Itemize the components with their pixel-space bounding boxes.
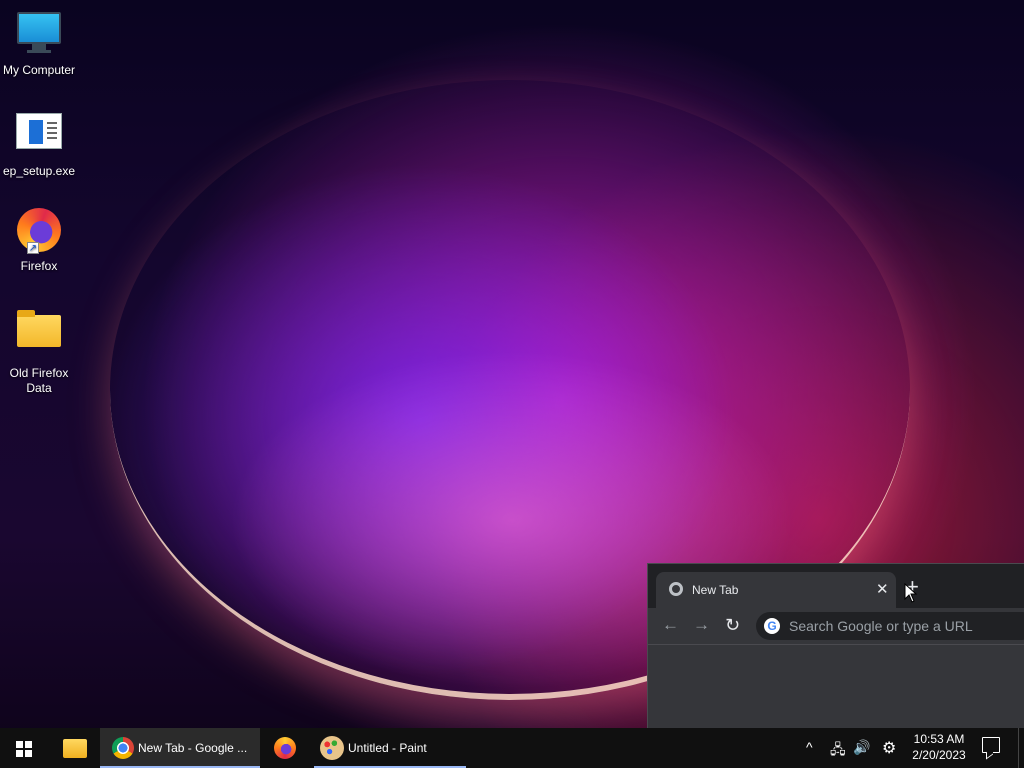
notification-center-icon[interactable]: [982, 737, 1000, 753]
close-icon[interactable]: ✕: [876, 580, 889, 598]
taskbar-file-explorer[interactable]: [50, 728, 98, 768]
chrome-icon: [112, 737, 134, 759]
start-button[interactable]: [0, 728, 48, 768]
back-button[interactable]: ←: [662, 615, 679, 635]
folder-icon: [15, 310, 63, 363]
volume-icon[interactable]: 🔊: [853, 739, 870, 756]
windows-logo-icon: [16, 741, 32, 757]
taskbar-paint[interactable]: Untitled - Paint: [314, 728, 466, 768]
desktop-icon-label: Firefox: [20, 259, 58, 273]
tab-strip[interactable]: New Tab ✕ +: [648, 564, 1024, 608]
chevron-up-icon[interactable]: ^: [806, 739, 813, 755]
forward-button[interactable]: →: [693, 615, 710, 635]
taskbar-chrome-label: New Tab - Google ...: [138, 741, 248, 755]
browser-toolbar: ← → ↻ G Search Google or type a URL: [648, 608, 1024, 644]
clock-time: 10:53 AM: [913, 732, 965, 746]
desktop-icon-label: My Computer: [2, 63, 76, 77]
chrome-window[interactable]: New Tab ✕ + ← → ↻ G Search Google or typ…: [647, 563, 1024, 729]
taskbar-firefox[interactable]: [262, 728, 310, 768]
paint-icon: [320, 736, 344, 760]
desktop-icon-label: Old Firefox Data: [9, 366, 69, 395]
address-bar-placeholder: Search Google or type a URL: [789, 618, 973, 634]
desktop-icon-ep-setup[interactable]: ep_setup.exe: [0, 107, 78, 179]
firefox-icon: [274, 737, 296, 759]
address-bar[interactable]: G Search Google or type a URL: [756, 612, 1024, 640]
computer-icon: [15, 12, 63, 60]
firefox-icon: ↗: [15, 208, 63, 256]
desktop-icon-firefox[interactable]: ↗ Firefox: [0, 206, 78, 274]
google-icon: G: [764, 618, 780, 634]
desktop-icon-old-firefox-data[interactable]: Old Firefox Data: [0, 305, 78, 396]
reload-button[interactable]: ↻: [725, 615, 740, 636]
clock[interactable]: 10:53 AM 2/20/2023: [908, 731, 970, 763]
setup-exe-icon: [15, 113, 63, 161]
tab-title: New Tab: [692, 583, 739, 597]
taskbar-chrome[interactable]: New Tab - Google ...: [100, 728, 260, 768]
file-explorer-icon: [63, 739, 87, 758]
taskbar-paint-label: Untitled - Paint: [348, 741, 427, 755]
tab-new-tab[interactable]: New Tab ✕: [656, 572, 896, 608]
desktop-icon-my-computer[interactable]: My Computer: [0, 8, 78, 78]
desktop-icon-label: ep_setup.exe: [2, 164, 76, 178]
chrome-favicon-icon: [669, 582, 683, 596]
gear-icon[interactable]: ⚙: [882, 738, 896, 758]
show-desktop-button[interactable]: [1018, 728, 1024, 768]
page-content[interactable]: [648, 644, 1024, 729]
network-icon[interactable]: 🖧: [830, 739, 846, 763]
clock-date: 2/20/2023: [912, 748, 966, 762]
shortcut-arrow-icon: ↗: [27, 242, 39, 254]
taskbar: New Tab - Google ... Untitled - Paint ^ …: [0, 728, 1024, 768]
